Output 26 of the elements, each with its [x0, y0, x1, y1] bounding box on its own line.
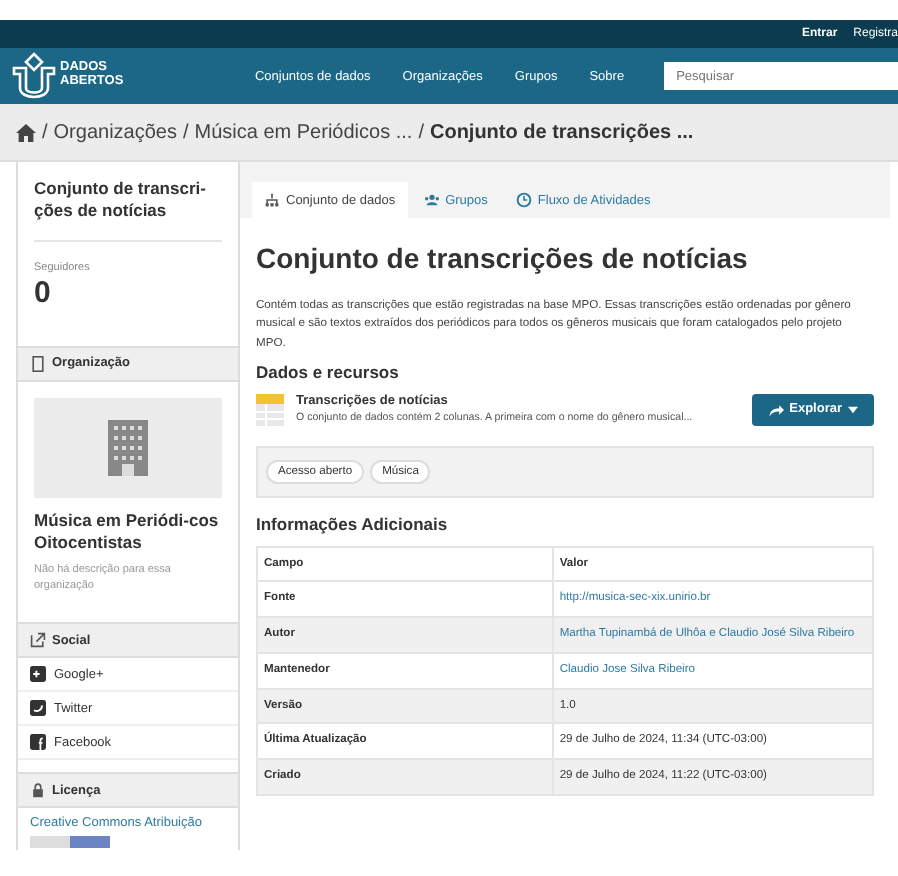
building-icon [108, 419, 148, 476]
logo-icon [12, 52, 56, 100]
breadcrumb-separator: / [418, 121, 424, 143]
caret-icon [848, 401, 858, 418]
share-arrow-icon [767, 401, 784, 418]
spreadsheet-icon [256, 393, 284, 426]
users-icon [423, 192, 440, 208]
clock-icon [515, 192, 532, 208]
lock-icon [30, 782, 46, 799]
breadcrumb-link[interactable]: Organizações [53, 121, 177, 143]
facebook-icon [30, 734, 46, 751]
share-icon [30, 632, 46, 649]
page-title: Conjunto de transcrições de notícias [256, 242, 750, 274]
breadcrumb-link[interactable]: Conjunto de transcrições ... [429, 121, 694, 143]
google-plus-icon [30, 666, 46, 683]
breadcrumb-separator: / [182, 121, 189, 143]
resources-heading: Dados e recursos [256, 361, 401, 382]
breadcrumb-separator: / [42, 121, 48, 143]
breadcrumb-link[interactable]: Música em Periódicos ... [194, 121, 413, 143]
followers-count: 0 [34, 275, 53, 310]
dataset-title: Conjunto de transcri-ções de notícias [34, 178, 222, 242]
home-icon[interactable] [16, 123, 36, 141]
organization-name[interactable]: Música em Periódi-cos Oitocentistas [34, 509, 222, 556]
building-icon [30, 355, 46, 372]
sitemap-icon [264, 192, 280, 208]
info-heading: Informações Adicionais [256, 513, 450, 534]
